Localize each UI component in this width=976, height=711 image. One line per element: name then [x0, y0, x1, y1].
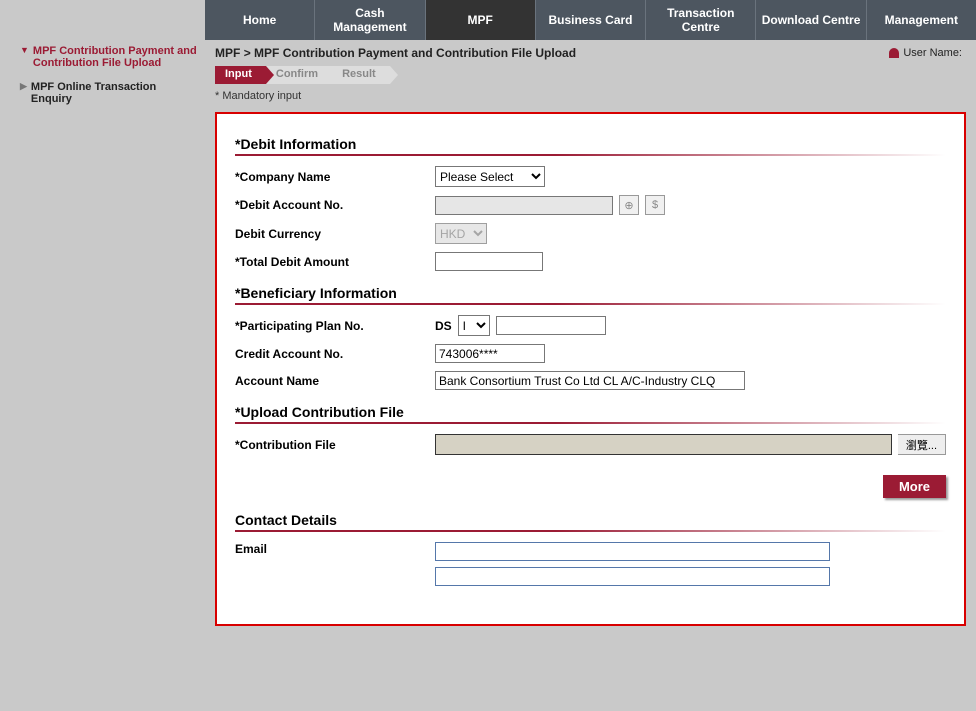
plan-prefix: DS	[435, 319, 452, 333]
section-rule	[235, 154, 946, 156]
step-input: Input	[215, 66, 266, 84]
sidebar: ▼ MPF Contribution Payment and Contribut…	[20, 42, 200, 108]
file-path-display	[435, 434, 892, 455]
form-container: *Debit Information *Company Name Please …	[215, 112, 966, 626]
browse-button[interactable]: 瀏覽...	[898, 434, 946, 455]
input-debit-account[interactable]	[435, 196, 613, 215]
nav-mpf[interactable]: MPF	[426, 0, 536, 40]
breadcrumb-current: MPF Contribution Payment and Contributio…	[254, 46, 576, 60]
nav-home[interactable]: Home	[205, 0, 315, 40]
breadcrumb-sep: >	[244, 46, 251, 60]
lookup-account-icon[interactable]: ⊕	[619, 195, 639, 215]
label-company-name: *Company Name	[235, 170, 435, 184]
triangle-right-icon: ▶	[20, 81, 27, 92]
nav-cash-management[interactable]: Cash Management	[315, 0, 425, 40]
section-title-contact: Contact Details	[235, 512, 946, 528]
select-plan-code[interactable]: I	[458, 315, 490, 336]
select-company-name[interactable]: Please Select	[435, 166, 545, 187]
step-result: Result	[332, 66, 390, 84]
label-plan-no: *Participating Plan No.	[235, 319, 435, 333]
label-debit-account: *Debit Account No.	[235, 198, 435, 212]
section-title-upload: *Upload Contribution File	[235, 404, 946, 420]
triangle-down-icon: ▼	[20, 45, 29, 55]
section-title-beneficiary: *Beneficiary Information	[235, 285, 946, 301]
sidebar-item-transaction-enquiry[interactable]: ▶ MPF Online Transaction Enquiry	[20, 78, 200, 108]
select-debit-currency: HKD	[435, 223, 487, 244]
breadcrumb: MPF > MPF Contribution Payment and Contr…	[205, 40, 976, 62]
label-debit-currency: Debit Currency	[235, 227, 435, 241]
user-name-label: User Name:	[903, 47, 962, 59]
section-title-debit: *Debit Information	[235, 136, 946, 152]
sidebar-item-label: MPF Contribution Payment and Contributio…	[33, 45, 200, 69]
section-rule	[235, 422, 946, 424]
user-name-display: User Name:	[889, 47, 966, 59]
sidebar-item-label: MPF Online Transaction Enquiry	[31, 81, 200, 105]
nav-business-card[interactable]: Business Card	[536, 0, 646, 40]
step-indicator: Input Confirm Result	[215, 66, 966, 84]
label-email: Email	[235, 542, 435, 556]
input-account-name	[435, 371, 745, 390]
nav-download-centre[interactable]: Download Centre	[756, 0, 866, 40]
section-rule	[235, 303, 946, 305]
breadcrumb-root: MPF	[215, 46, 240, 60]
nav-transaction-centre[interactable]: Transaction Centre	[646, 0, 756, 40]
mandatory-note: * Mandatory input	[205, 88, 976, 108]
step-confirm: Confirm	[266, 66, 332, 84]
sidebar-item-contribution-upload[interactable]: ▼ MPF Contribution Payment and Contribut…	[20, 42, 200, 72]
label-account-name: Account Name	[235, 374, 435, 388]
input-plan-no[interactable]	[496, 316, 606, 335]
dollar-icon[interactable]: $	[645, 195, 665, 215]
input-email-2[interactable]	[435, 567, 830, 586]
label-credit-account: Credit Account No.	[235, 347, 435, 361]
section-rule	[235, 530, 946, 532]
user-icon	[889, 48, 899, 58]
input-email-1[interactable]	[435, 542, 830, 561]
input-credit-account	[435, 344, 545, 363]
nav-management[interactable]: Management	[867, 0, 976, 40]
label-total-amount: *Total Debit Amount	[235, 255, 435, 269]
more-button[interactable]: More	[883, 475, 946, 498]
label-contribution-file: *Contribution File	[235, 438, 435, 452]
input-total-amount[interactable]	[435, 252, 543, 271]
top-nav: Home Cash Management MPF Business Card T…	[205, 0, 976, 40]
